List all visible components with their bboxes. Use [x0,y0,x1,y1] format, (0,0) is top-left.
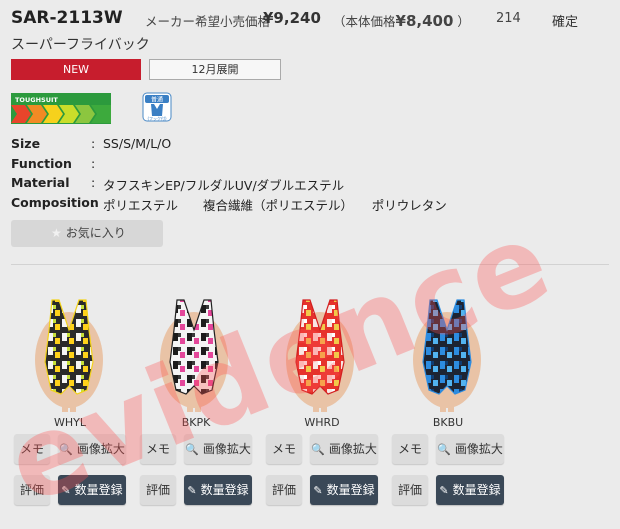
product-image-bkbu[interactable] [392,290,502,412]
spec-value: タフスキンEP/フルダルUV/ダブルエステル [103,178,345,193]
spec-colon: : [91,136,96,151]
logo-text: TOUGHSUIT [15,96,58,104]
register-quantity-button[interactable]: ✎ 数量登録 [436,475,504,505]
month-badge: 12月展開 [149,59,281,80]
new-badge: NEW [11,59,141,80]
zoom-button[interactable]: 🔍 画像拡大 [184,434,252,464]
body-price-prefix: （本体価格 [333,14,396,29]
edit-icon: ✎ [313,484,323,497]
zoom-icon: 🔍 [59,443,73,456]
zoom-icon: 🔍 [437,443,451,456]
spec-colon: : [91,195,96,210]
divider [11,264,609,265]
register-label: 数量登録 [452,483,501,497]
register-quantity-button[interactable]: ✎ 数量登録 [184,475,252,505]
product-subtitle: スーパーフライバック [11,37,150,53]
memo-button[interactable]: メモ [266,434,302,464]
product-code: SAR-2113W [11,8,123,28]
type-icon-bottom: (フック付) [147,115,167,121]
zoom-button[interactable]: 🔍 画像拡大 [436,434,504,464]
body-price-value: ¥8,400 [395,12,454,30]
stock-count: 214 [496,11,521,26]
color-label-bkbu: BKBU [432,416,464,429]
zoom-button[interactable]: 🔍 画像拡大 [58,434,126,464]
star-icon: ★ [51,226,62,240]
color-label-whyl: WHYL [54,416,86,429]
favorite-button[interactable]: ★ お気に入り [11,220,163,247]
product-image-whyl[interactable] [14,290,124,412]
spec-value: ポリエステル 複合繊維（ポリエステル） ポリウレタン [103,198,447,213]
register-label: 数量登録 [200,483,249,497]
body-price: （本体価格¥8,400 ） [333,11,470,30]
swimsuit-type-icon: 普通 (フック付) [142,92,172,122]
spec-colon: : [91,156,96,171]
register-quantity-button[interactable]: ✎ 数量登録 [310,475,378,505]
type-icon-top: 普通 [151,96,163,104]
spec-key: Function [11,156,72,171]
review-button[interactable]: 評価 [140,475,176,505]
zoom-icon: 🔍 [311,443,325,456]
zoom-button[interactable]: 🔍 画像拡大 [310,434,378,464]
review-button[interactable]: 評価 [392,475,428,505]
status-label: 確定 [552,15,579,30]
retail-price: ¥9,240 [263,9,321,27]
edit-icon: ✎ [439,484,449,497]
body-price-suffix: ） [457,14,470,29]
product-image-bkpk[interactable] [139,290,249,412]
review-button[interactable]: 評価 [14,475,50,505]
review-button[interactable]: 評価 [266,475,302,505]
spec-key: Size [11,136,41,151]
spec-colon: : [91,175,96,190]
favorite-label: お気に入り [65,226,126,240]
spec-key: Material [11,175,70,190]
zoom-label: 画像拡大 [328,442,377,456]
price-label: メーカー希望小売価格 [145,14,271,29]
color-label-bkpk: BKPK [181,416,211,429]
register-label: 数量登録 [326,483,375,497]
zoom-label: 画像拡大 [202,442,251,456]
zoom-icon: 🔍 [185,443,199,456]
register-quantity-button[interactable]: ✎ 数量登録 [58,475,126,505]
product-image-whrd[interactable] [265,290,375,412]
edit-icon: ✎ [187,484,197,497]
color-label-whrd: WHRD [304,416,340,429]
zoom-label: 画像拡大 [76,442,125,456]
spec-value: SS/S/M/L/O [103,136,172,151]
zoom-label: 画像拡大 [454,442,503,456]
memo-button[interactable]: メモ [140,434,176,464]
register-label: 数量登録 [74,483,123,497]
edit-icon: ✎ [61,484,71,497]
spec-key: Composition [11,195,99,210]
toughsuit-logo: TOUGHSUIT [11,93,111,124]
memo-button[interactable]: メモ [14,434,50,464]
memo-button[interactable]: メモ [392,434,428,464]
